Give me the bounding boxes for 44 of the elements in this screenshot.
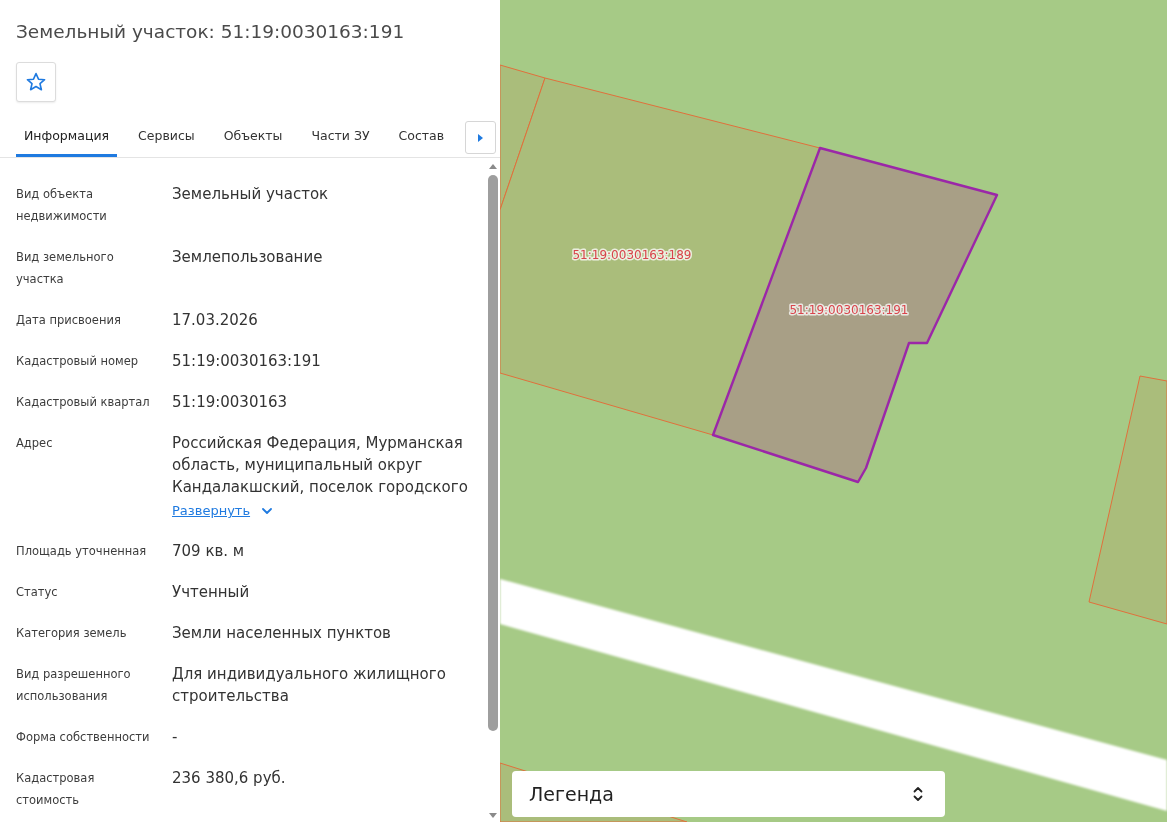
field-value: Землепользование [172,247,324,268]
field-label: Вид земельного участка [16,249,115,288]
parcel-label: 51:19:0030163:191 [789,303,909,317]
field-label: Форма собственности [16,729,151,746]
tab[interactable]: Состав [390,116,453,157]
scroll-down-icon[interactable] [489,813,497,818]
field-label: Площадь уточненная [16,543,148,560]
field-value: 17.03.2026 [172,310,259,331]
favorite-button[interactable] [16,62,56,102]
panel-title: Земельный участок: 51:19:0030163:191 [16,20,406,44]
field-value: 51:19:0030163 [172,392,289,413]
field-value: Для индивидуального жилищного строительства [172,664,447,707]
tab[interactable]: Информация [16,116,118,157]
chevron-down-icon [262,508,273,514]
field-value: 709 кв. м [172,541,246,562]
scroll-up-icon[interactable] [489,164,497,169]
field-value: 51:19:0030163:191 [172,351,322,372]
parcel-label: 51:19:0030163:189 [572,248,692,262]
land-parcel[interactable] [1088,375,1167,625]
field-label: Кадастровый номер [16,353,140,370]
caret-right-icon [478,133,483,142]
legend-toggle[interactable]: Легенда [512,771,945,817]
next-tabs-button[interactable] [465,121,496,154]
chevron-up-down-icon [913,786,923,802]
field-value: Учтенный [172,582,251,603]
land-parcel[interactable] [711,146,999,484]
field-value: Земли населенных пунктов [172,623,392,644]
field-label: Кадастровая стоимость [16,770,96,809]
field-value: Российская Федерация, Мурманская область, муниципальный округ Кандалакшский, поселок городского [172,433,469,498]
field-label: Вид объекта недвижимости [16,186,108,225]
field-label: Статус [16,584,59,601]
field-value: 236 380,6 руб. [172,768,287,789]
field-label: Категория земель [16,625,128,642]
tab[interactable]: Объекты [215,116,291,157]
field-value: - [172,727,179,748]
field-value: Земельный участок [172,184,330,205]
tab[interactable]: Сервисы [130,116,203,157]
field-label: Вид разрешенного использования [16,666,132,705]
field-label: Адрес [16,435,54,452]
scrollbar-thumb[interactable] [488,175,498,731]
field-label: Кадастровый квартал [16,394,151,411]
tab[interactable]: Части ЗУ [303,116,378,157]
field-label: Дата присвоения [16,312,122,329]
expand-link[interactable]: Развернуть [172,501,273,521]
